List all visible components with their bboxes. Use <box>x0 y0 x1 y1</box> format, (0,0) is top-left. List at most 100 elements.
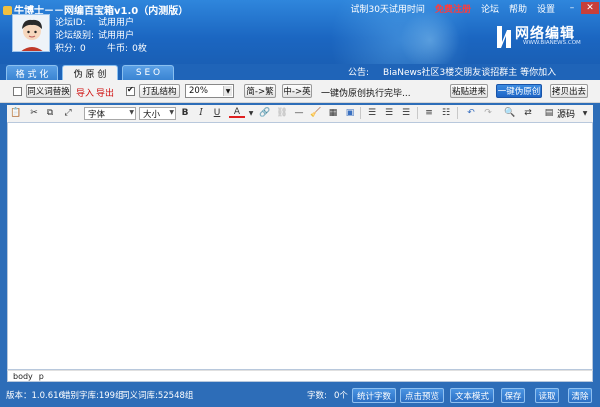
typo-library-count: 错别字库:199组 <box>62 391 124 401</box>
register-link[interactable]: 免费注册 <box>435 2 471 15</box>
image-icon[interactable]: ▣ <box>344 107 356 119</box>
notice-text[interactable]: BiaNews社区3楼交朋友谈招群主 等你加入 <box>383 68 556 78</box>
export-link[interactable]: 导出 <box>96 86 114 99</box>
top-navigation: 试制30天试用时间 免费注册 论坛 帮助 设置 – ✕ <box>350 2 600 15</box>
replace-icon[interactable]: ⇄ <box>522 107 534 119</box>
version-text: 版本：1.0.616 <box>6 391 64 401</box>
notice-label: 公告: <box>348 68 370 78</box>
tab-format[interactable]: 格 式 化 <box>6 65 58 80</box>
cut-icon[interactable]: ✂ <box>28 107 40 119</box>
align-center-icon[interactable]: ☰ <box>383 107 395 119</box>
coins-label: 牛币: <box>107 44 129 54</box>
user-level-label: 论坛级别: <box>55 31 95 41</box>
settings-link[interactable]: 设置 <box>537 2 555 15</box>
unlink-icon[interactable]: ⛓ <box>276 107 288 119</box>
font-select[interactable]: 字体 ▼ <box>84 107 136 120</box>
chinese-to-english-button[interactable]: 中->英 <box>282 84 312 98</box>
shuffle-checkbox[interactable] <box>126 85 135 96</box>
fullscreen-icon[interactable]: ⤢ <box>62 107 74 119</box>
header-glow <box>400 10 460 64</box>
copy-icon[interactable]: ⧉ <box>44 107 56 119</box>
paste-icon[interactable]: 📋 <box>10 107 22 119</box>
horizontal-rule-icon[interactable]: — <box>293 107 305 119</box>
count-chars-button[interactable]: 统计字数 <box>352 388 396 403</box>
avatar-icon <box>13 15 49 51</box>
ratio-select[interactable]: 20% ▼ <box>185 84 234 98</box>
align-left-icon[interactable]: ☰ <box>366 107 378 119</box>
text-mode-button[interactable]: 文本模式 <box>450 388 494 403</box>
undo-icon[interactable]: ↶ <box>465 107 477 119</box>
toolbar-divider <box>360 107 361 119</box>
element-path-bar: body p <box>7 370 593 382</box>
tab-seo[interactable]: S E O <box>122 65 174 80</box>
chevron-down-icon[interactable]: ▼ <box>245 107 257 119</box>
source-code-label[interactable]: 源码 <box>557 107 575 120</box>
italic-icon[interactable]: I <box>195 107 207 119</box>
avatar <box>12 14 50 52</box>
status-bar: 版本：1.0.616 错别字库:199组 同义词库:52548组 字数: 0个 … <box>0 384 600 407</box>
help-link[interactable]: 帮助 <box>509 2 527 15</box>
clear-button[interactable]: 清除 <box>568 388 592 403</box>
simplified-to-traditional-button[interactable]: 简->繁 <box>244 84 276 98</box>
underline-icon[interactable]: U <box>211 107 223 119</box>
logo-mark-icon <box>497 26 511 48</box>
shuffle-structure-button[interactable]: 打乱结构 <box>139 84 180 98</box>
save-button[interactable]: 保存 <box>501 388 525 403</box>
chevron-down-icon[interactable]: ▼ <box>579 107 591 119</box>
minimize-button[interactable]: – <box>565 2 579 14</box>
table-icon[interactable]: ▦ <box>327 107 339 119</box>
read-button[interactable]: 读取 <box>535 388 559 403</box>
close-button[interactable]: ✕ <box>581 2 599 14</box>
path-body[interactable]: body <box>13 372 33 381</box>
user-id-value: 试用用户 <box>98 18 135 28</box>
notice-bar: 公告: BiaNews社区3楼交朋友谈招群主 等你加入 <box>348 65 556 78</box>
unordered-list-icon[interactable]: ☷ <box>440 107 452 119</box>
toolbar-divider <box>417 107 418 119</box>
status-message: 一键伪原创执行完毕... <box>321 89 411 99</box>
synonym-library-count: 同义词库:52548组 <box>121 391 194 401</box>
char-count-label: 字数: <box>307 391 327 401</box>
synonym-replace-button[interactable]: 同义词替换 <box>26 84 71 98</box>
clear-format-icon[interactable]: 🧹 <box>310 107 322 119</box>
app-icon <box>3 6 12 15</box>
font-value: 字体 <box>88 109 106 120</box>
ratio-value: 20% <box>189 86 208 96</box>
ordered-list-icon[interactable]: ≡ <box>423 107 435 119</box>
tab-bar: 格 式 化 伪 原 创 S E O 公告: BiaNews社区3楼交朋友谈招群主 … <box>0 64 600 81</box>
brand-logo: 网络编辑 WWW.BIANEWS.COM <box>495 22 595 52</box>
user-info: 论坛ID: 试用用户 论坛级别: 试用用户 积分: 0 牛币: 0枚 <box>55 17 147 56</box>
link-icon[interactable]: 🔗 <box>259 107 271 119</box>
chevron-down-icon: ▼ <box>129 109 134 116</box>
synonym-checkbox[interactable] <box>13 87 22 96</box>
toolbar-divider <box>457 107 458 119</box>
char-count-value: 0个 <box>334 391 348 401</box>
align-right-icon[interactable]: ☰ <box>400 107 412 119</box>
size-select[interactable]: 大小 ▼ <box>139 107 176 120</box>
user-level-value: 试用用户 <box>98 31 135 41</box>
trial-link[interactable]: 试制30天试用时间 <box>350 2 424 15</box>
coins-value: 0枚 <box>132 44 147 54</box>
chevron-down-icon: ▼ <box>169 109 174 116</box>
user-id-label: 论坛ID: <box>55 18 86 28</box>
logo-subtext: WWW.BIANEWS.COM <box>523 40 581 46</box>
points-label: 积分: <box>55 44 77 54</box>
chevron-down-icon: ▼ <box>223 86 232 96</box>
redo-icon[interactable]: ↷ <box>482 107 494 119</box>
editor-toolbar: 📋 ✂ ⧉ ⤢ 字体 ▼ 大小 ▼ B I U A ▼ 🔗 ⛓ — 🧹 ▦ ▣ … <box>7 105 593 122</box>
bold-icon[interactable]: B <box>179 107 191 119</box>
preview-button[interactable]: 点击预览 <box>400 388 444 403</box>
paste-in-button[interactable]: 粘贴进来 <box>450 84 488 98</box>
find-icon[interactable]: 🔍 <box>504 107 516 119</box>
import-link[interactable]: 导入 <box>76 86 94 99</box>
path-p[interactable]: p <box>39 372 44 381</box>
one-click-pseudo-original-button[interactable]: 一键伪原创 <box>496 84 542 98</box>
options-toolbar: 同义词替换 导入 导出 打乱结构 20% ▼ 简->繁 中->英 一键伪原创执行… <box>0 80 600 103</box>
editor-content-area[interactable] <box>7 122 593 370</box>
forum-link[interactable]: 论坛 <box>481 2 499 15</box>
header: 牛博士－－网编百宝箱v1.0（内测版） 试制30天试用时间 免费注册 论坛 帮助… <box>0 0 600 64</box>
source-code-icon[interactable]: ▤ <box>543 107 555 119</box>
tab-pseudo-original[interactable]: 伪 原 创 <box>62 65 118 81</box>
font-color-icon[interactable]: A <box>229 107 245 118</box>
points-value: 0 <box>80 44 86 54</box>
copy-out-button[interactable]: 拷贝出去 <box>550 84 588 98</box>
